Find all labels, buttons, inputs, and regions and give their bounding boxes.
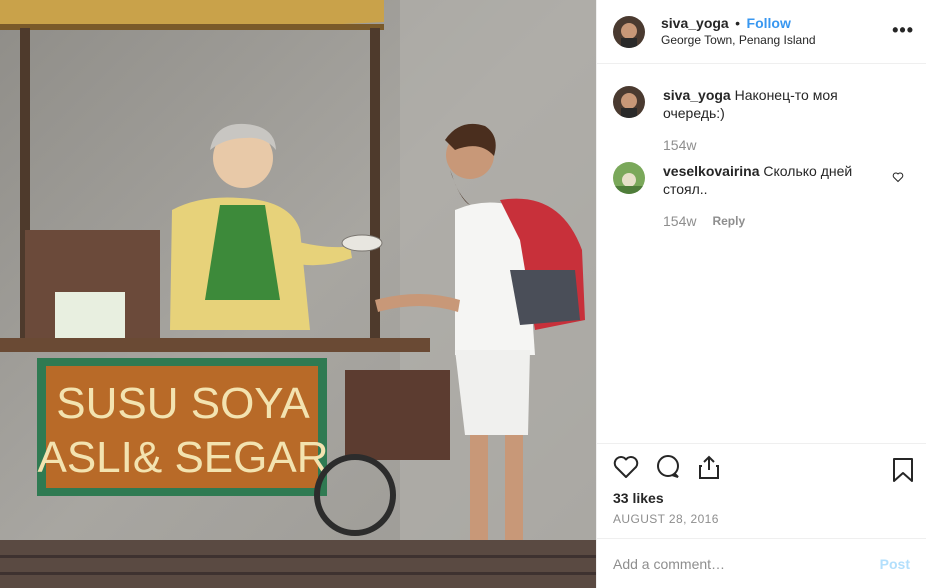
comment-username[interactable]: veselkovairina [663, 163, 760, 179]
avatar-image [613, 86, 645, 118]
more-options-icon[interactable]: ••• [892, 20, 914, 41]
separator-dot: • [735, 14, 741, 31]
likes-count[interactable]: 33 likes [613, 490, 910, 506]
like-comment-heart-icon[interactable] [892, 170, 904, 188]
comments-list: siva_yoga Наконец-то моя очередь:) 154w … [597, 64, 926, 443]
comment-username[interactable]: siva_yoga [663, 87, 731, 103]
heart-icon[interactable] [613, 455, 639, 484]
reply-button[interactable]: Reply [712, 212, 745, 230]
sign-line-1: SUSU SOYA [56, 379, 310, 428]
share-icon[interactable] [697, 454, 721, 485]
post-date[interactable]: AUGUST 28, 2016 [613, 512, 910, 526]
comment-age[interactable]: 154w [663, 136, 696, 154]
avatar[interactable] [613, 86, 645, 118]
post-photo[interactable]: SUSU SOYA ASLI& SEGAR [0, 0, 596, 588]
caption-comment: siva_yoga Наконец-то моя очередь:) 154w [613, 86, 910, 154]
sign-line-2: ASLI& SEGAR [37, 433, 328, 482]
post-comment-button[interactable]: Post [880, 556, 910, 572]
add-comment-bar: Add a comment… Post [597, 538, 926, 588]
comment-input[interactable]: Add a comment… [613, 556, 880, 572]
avatar[interactable] [613, 15, 645, 48]
street-art-photo: SUSU SOYA ASLI& SEGAR [0, 0, 596, 588]
author-username[interactable]: siva_yoga [661, 15, 729, 31]
post-location[interactable]: George Town, Penang Island [661, 32, 816, 49]
post-dialog: SUSU SOYA ASLI& SEGAR siva_yoga • Follow… [0, 0, 926, 588]
follow-button[interactable]: Follow [747, 15, 791, 31]
post-header: siva_yoga • Follow George Town, Penang I… [597, 0, 926, 64]
post-sidebar: siva_yoga • Follow George Town, Penang I… [596, 0, 926, 588]
comment-icon[interactable] [655, 454, 681, 485]
avatar-image [613, 162, 645, 194]
avatar[interactable] [613, 162, 645, 194]
bookmark-icon[interactable] [892, 457, 914, 488]
comment-age[interactable]: 154w [663, 212, 696, 230]
comment: veselkovairina Сколько дней стоял.. 154w… [613, 162, 910, 230]
avatar-image [613, 15, 645, 48]
post-actions: 33 likes AUGUST 28, 2016 [597, 443, 926, 538]
